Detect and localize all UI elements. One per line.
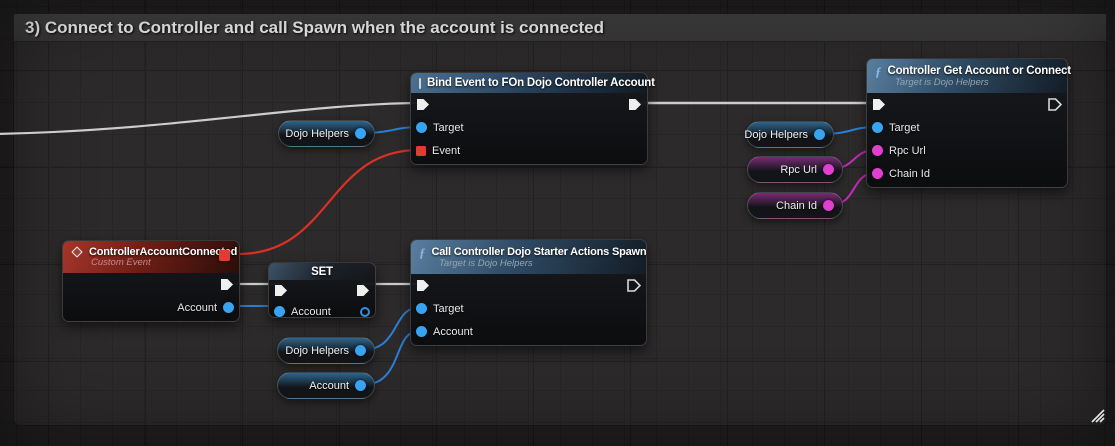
blueprint-graph-canvas[interactable]: 3) Connect to Controller and call Spawn …: [0, 0, 1115, 446]
node-set-header[interactable]: SET: [269, 263, 375, 280]
node-subtitle: Custom Event: [91, 257, 151, 268]
exec-out-pin[interactable]: [627, 279, 641, 292]
output-pin[interactable]: [355, 128, 366, 139]
exec-in-pin[interactable]: [872, 98, 886, 111]
pin-label-event: Event: [432, 145, 460, 157]
custom-event-icon: [71, 246, 82, 257]
delegate-output-pin[interactable]: [219, 250, 230, 261]
pin-label-target: Target: [889, 122, 920, 134]
rpc-url-pin[interactable]: [872, 145, 883, 156]
comment-resize-handle[interactable]: [1089, 407, 1105, 423]
account-out-pin[interactable]: [223, 302, 234, 313]
pill-dojo-helpers-right[interactable]: Dojo Helpers: [746, 121, 834, 148]
function-icon: ƒ: [875, 65, 882, 78]
pill-label: Dojo Helpers: [285, 345, 349, 357]
exec-out-pin[interactable]: [628, 98, 642, 111]
event-delegate-pin[interactable]: [416, 146, 426, 156]
output-pin[interactable]: [823, 164, 834, 175]
node-title: Call Controller Dojo Starter Actions Spa…: [432, 246, 647, 258]
pin-label-rpc-url: Rpc Url: [889, 145, 926, 157]
exec-out-pin[interactable]: [220, 278, 234, 291]
pill-account-bottom[interactable]: Account: [277, 372, 375, 399]
pin-label-account: Account: [177, 302, 217, 314]
pill-chain-id[interactable]: Chain Id: [747, 192, 843, 219]
node-controller-get-account[interactable]: ƒ Controller Get Account or Connect Targ…: [866, 58, 1068, 188]
pill-label: Dojo Helpers: [744, 129, 808, 141]
pill-rpc-url[interactable]: Rpc Url: [747, 156, 843, 183]
bind-event-icon: [419, 78, 421, 89]
target-pin[interactable]: [416, 122, 427, 133]
node-controller-get-header[interactable]: ƒ Controller Get Account or Connect Targ…: [867, 59, 1067, 93]
output-pin[interactable]: [355, 345, 366, 356]
output-pin[interactable]: [355, 380, 366, 391]
pill-label: Rpc Url: [780, 164, 817, 176]
pin-label-target: Target: [433, 122, 464, 134]
node-title: Bind Event to FOn Dojo Controller Accoun…: [427, 77, 655, 89]
function-icon: ƒ: [419, 246, 426, 259]
account-in-pin[interactable]: [274, 306, 285, 317]
exec-out-pin[interactable]: [1048, 98, 1062, 111]
pill-dojo-helpers-bottom[interactable]: Dojo Helpers: [277, 337, 375, 364]
node-title: SET: [311, 266, 333, 278]
exec-in-pin[interactable]: [416, 98, 430, 111]
node-bind-event[interactable]: Bind Event to FOn Dojo Controller Accoun…: [410, 72, 648, 165]
node-title: Controller Get Account or Connect: [888, 65, 1071, 77]
exec-in-pin[interactable]: [274, 284, 288, 297]
output-pin[interactable]: [823, 200, 834, 211]
target-pin[interactable]: [416, 303, 427, 314]
node-bind-event-header[interactable]: Bind Event to FOn Dojo Controller Accoun…: [411, 73, 647, 93]
output-pin[interactable]: [814, 129, 825, 140]
node-subtitle: Target is Dojo Helpers: [439, 258, 533, 269]
node-custom-event-header[interactable]: ControllerAccountConnected Custom Event: [63, 241, 239, 273]
pill-label: Dojo Helpers: [285, 128, 349, 140]
pin-label-chain-id: Chain Id: [889, 168, 930, 180]
pin-label-account: Account: [433, 326, 473, 338]
node-set-account[interactable]: SET Account: [268, 262, 376, 318]
wire-delegate-event-to-bind[interactable]: [238, 150, 419, 254]
pill-label: Account: [309, 380, 349, 392]
account-pin[interactable]: [416, 326, 427, 337]
account-out-pin[interactable]: [360, 307, 370, 317]
exec-in-pin[interactable]: [416, 279, 430, 292]
pin-label-account: Account: [291, 306, 331, 318]
pin-label-target: Target: [433, 303, 464, 315]
node-spawn[interactable]: ƒ Call Controller Dojo Starter Actions S…: [410, 239, 647, 346]
pill-label: Chain Id: [776, 200, 817, 212]
target-pin[interactable]: [872, 122, 883, 133]
chain-id-pin[interactable]: [872, 168, 883, 179]
pill-dojo-helpers-top[interactable]: Dojo Helpers: [278, 120, 375, 147]
node-custom-event[interactable]: ControllerAccountConnected Custom Event …: [62, 240, 240, 322]
node-subtitle: Target is Dojo Helpers: [895, 77, 989, 88]
node-spawn-header[interactable]: ƒ Call Controller Dojo Starter Actions S…: [411, 240, 646, 274]
exec-out-pin[interactable]: [356, 284, 370, 297]
